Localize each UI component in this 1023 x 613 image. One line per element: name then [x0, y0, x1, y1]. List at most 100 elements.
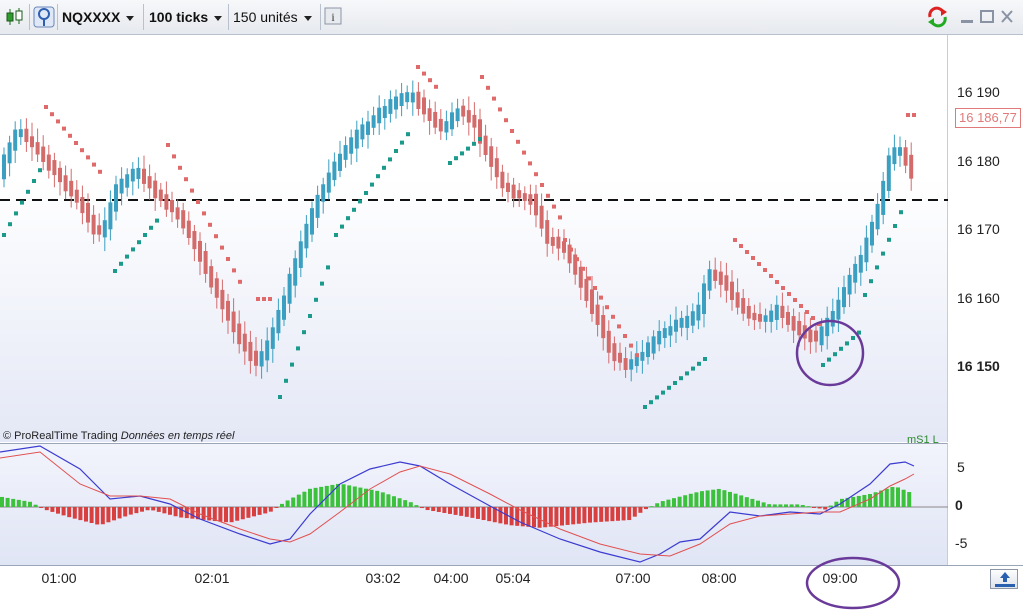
price-tick: 16 160	[957, 290, 1000, 306]
candle-body	[349, 137, 354, 154]
tick-mode-icon[interactable]	[33, 6, 55, 28]
candle-body	[136, 167, 141, 179]
candle-body	[696, 304, 701, 321]
sar-dot	[131, 247, 135, 252]
time-tick: 09:00	[822, 570, 858, 586]
info-icon[interactable]: i	[324, 7, 342, 25]
candle-body	[606, 330, 611, 353]
candle-body	[438, 118, 443, 132]
time-axis[interactable]: 01:00 02:01 03:02 04:00 05:04 07:00 08:0…	[0, 565, 1023, 613]
macd-canvas[interactable]	[0, 444, 948, 566]
histogram-bar	[487, 507, 492, 522]
expand-panel-icon[interactable]	[990, 569, 1018, 589]
candle-body	[556, 236, 561, 249]
histogram-bar	[134, 507, 139, 514]
candle-body	[427, 108, 432, 122]
histogram-bar	[560, 507, 564, 526]
candle-body	[534, 193, 538, 216]
histogram-bar	[733, 493, 738, 507]
refresh-icon[interactable]	[926, 6, 948, 28]
histogram-bar	[621, 507, 626, 521]
histogram-bar	[61, 507, 66, 516]
candle-body	[450, 112, 454, 130]
time-tick: 07:00	[615, 570, 651, 586]
histogram-bar	[56, 507, 60, 514]
indicator-tick: -5	[955, 535, 968, 551]
histogram-bar	[431, 507, 436, 512]
histogram-bar	[627, 507, 632, 521]
histogram-bar	[375, 490, 380, 507]
candle-body	[248, 341, 253, 362]
histogram-bar	[274, 507, 279, 508]
candle-body	[550, 237, 555, 246]
sar-dot	[587, 276, 591, 281]
candle-body	[298, 241, 303, 268]
histogram-bar	[778, 504, 783, 507]
signal-line	[0, 451, 915, 557]
candle-body	[360, 124, 365, 140]
candle-body	[769, 310, 774, 322]
data-source-label: © ProRealTime Trading Données en temps r…	[3, 430, 234, 442]
histogram-bar	[218, 507, 223, 522]
candle-body	[903, 147, 908, 166]
sar-dot	[314, 297, 318, 302]
candle-body	[506, 182, 510, 193]
histogram-bar	[772, 504, 777, 507]
symbol-selector[interactable]: NQXXXX	[58, 4, 138, 30]
sar-dot	[358, 199, 362, 204]
candle-body	[466, 110, 471, 123]
units-selector[interactable]: 150 unités	[229, 4, 316, 30]
histogram-bar	[302, 491, 307, 507]
histogram-bar	[649, 506, 654, 508]
histogram-bar	[106, 507, 111, 523]
price-axis[interactable]: 16 190 16 180 16 170 16 160 16 150 16 18…	[949, 35, 1023, 565]
sar-dot	[155, 218, 159, 223]
candle-body	[326, 172, 331, 193]
macd-panel[interactable]	[0, 443, 948, 565]
sar-dot	[887, 237, 891, 242]
candle-body	[186, 220, 191, 238]
candle-body	[209, 266, 214, 288]
candle-body	[343, 145, 348, 160]
candle-body	[718, 271, 723, 285]
close-icon[interactable]	[998, 6, 1020, 28]
interval-selector[interactable]: 100 ticks	[145, 4, 226, 30]
maximize-icon[interactable]	[978, 6, 1000, 28]
sar-dot	[540, 183, 544, 187]
histogram-bar	[498, 507, 503, 524]
sar-dot	[416, 65, 420, 69]
price-chart-canvas[interactable]	[0, 35, 948, 442]
candle-body	[707, 269, 712, 291]
candle-body	[539, 205, 544, 229]
sar-dot	[62, 126, 66, 131]
candle-body	[192, 231, 197, 250]
sar-dot	[8, 222, 12, 227]
sar-dot	[787, 292, 791, 296]
candle-body	[35, 142, 40, 155]
time-tick: 04:00	[433, 570, 469, 586]
histogram-bar	[173, 507, 178, 517]
candle-body	[388, 99, 393, 114]
candle-body	[791, 316, 796, 331]
price-chart-panel[interactable]	[0, 35, 948, 442]
sar-dot	[739, 244, 743, 248]
candle-body	[735, 292, 740, 308]
candlestick-icon[interactable]	[4, 6, 26, 28]
chart-toolbar: NQXXXX 100 ticks 150 unités i	[0, 0, 1023, 35]
histogram-bar	[705, 490, 710, 507]
histogram-bar	[896, 487, 900, 507]
histogram-bar	[156, 507, 161, 512]
histogram-bar	[28, 501, 32, 507]
minimize-icon[interactable]	[958, 6, 980, 28]
sar-dot	[346, 216, 350, 221]
histogram-bar	[588, 507, 592, 523]
histogram-bar	[884, 488, 889, 507]
histogram-bar	[33, 504, 38, 507]
candle-body	[752, 312, 757, 321]
histogram-bar	[285, 500, 290, 507]
candle-body	[175, 207, 180, 220]
histogram-bar	[856, 495, 861, 507]
sar-dot	[113, 269, 117, 273]
histogram-bar	[800, 504, 805, 507]
chevron-down-icon	[126, 15, 135, 21]
